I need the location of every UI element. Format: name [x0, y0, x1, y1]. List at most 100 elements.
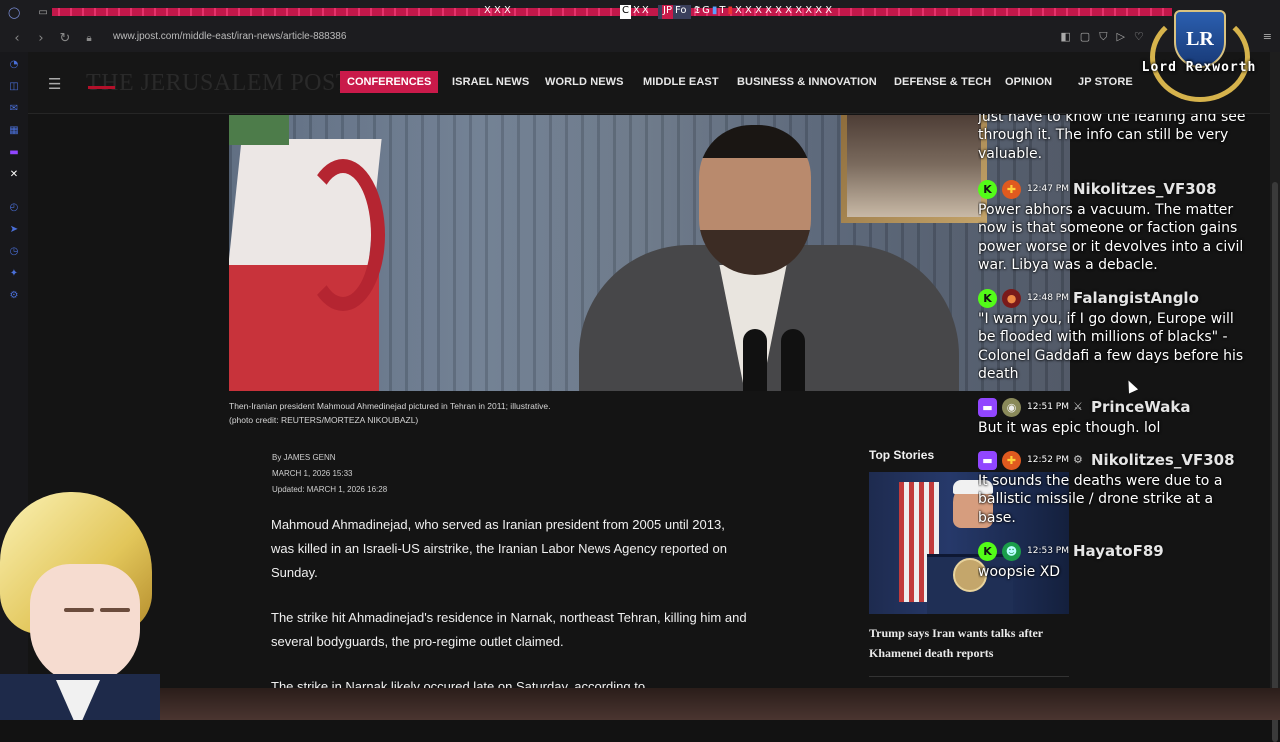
article-paragraph: Mahmoud Ahmadinejad, who served as Irani…	[271, 517, 727, 580]
page-scrollbar[interactable]	[1270, 52, 1280, 742]
menu-icon[interactable]: ≡	[1263, 30, 1272, 44]
address-bar-row: ‹ › ↻ 🔒︎ www.jpost.com/middle-east/iran-…	[0, 24, 1280, 52]
article-body: Mahmoud Ahmadinejad, who served as Irani…	[271, 513, 751, 710]
sidebar-x-icon[interactable]: ✕	[8, 169, 20, 181]
chat-message: ▬ ◉ 12:51 PM ⚔ PrinceWaka But it was epi…	[978, 396, 1248, 437]
sidebar-bag-icon[interactable]: ◫	[8, 81, 20, 93]
sidebar-mail-icon[interactable]: ✉	[8, 103, 20, 115]
cross-badge-icon: ✚	[1002, 179, 1021, 199]
sidebar-clock-icon[interactable]: ◴	[8, 202, 20, 214]
article-byline: By JAMES GENN MARCH 1, 2026 15:33 Update…	[272, 450, 387, 498]
scrollbar-thumb[interactable]	[1272, 182, 1278, 742]
chat-text: just have to know the leaning and see th…	[978, 114, 1246, 162]
sidebar-timer-icon[interactable]: ◷	[8, 246, 20, 258]
active-tab-title: Fo	[674, 5, 687, 16]
tab-red-icon[interactable]: ▮	[728, 5, 734, 19]
image-caption: Then-Iranian president Mahmoud Ahmedinej…	[229, 399, 550, 427]
chat-text: woopsie XD	[978, 564, 1061, 580]
forward-icon[interactable]: ›	[34, 31, 48, 46]
sword-badge-icon: ⚔	[1073, 400, 1083, 413]
medal-badge-icon: ◉	[1002, 397, 1021, 417]
cross-badge-icon: ✚	[1002, 450, 1021, 470]
divider	[869, 676, 1069, 677]
watermark-name: Lord Rexworth	[1141, 60, 1257, 75]
nav-conferences[interactable]: CONFERENCES	[340, 71, 439, 93]
jp-favicon: JP	[662, 5, 673, 19]
back-icon[interactable]: ‹	[10, 31, 24, 46]
bookmark-icon[interactable]: ◧	[1060, 30, 1070, 44]
twitch-icon: ▬	[978, 397, 997, 417]
tab-group-mixed[interactable]: C X X	[620, 5, 649, 19]
author[interactable]: By JAMES GENN	[272, 450, 387, 466]
sidebar-settings-icon[interactable]: ⚙	[8, 290, 20, 302]
sidebar-history-icon[interactable]: ◔	[8, 59, 20, 71]
nav-defense-tech[interactable]: DEFENSE & TECH	[894, 76, 991, 88]
sidebar-calendar-icon[interactable]: ▦	[8, 125, 20, 137]
chat-time: 12:51 PM	[1027, 402, 1069, 412]
chat-message: K ● 12:48 PM FalangistAnglo "I warn you,…	[978, 287, 1248, 384]
nav-business-innovation[interactable]: BUSINESS & INNOVATION	[737, 76, 877, 88]
browser-tab-bar: ◯ ▭ X X X C X X JP Fo 𝕿 G ▮ T ▮ X X X X …	[0, 0, 1280, 24]
emote-badge-icon: ☻	[1002, 541, 1021, 561]
chat-username: PrinceWaka	[1091, 398, 1191, 416]
tab-x-label[interactable]: X X X	[484, 5, 511, 19]
chat-message: K ☻ 12:53 PM HayatoF89 woopsie XD	[978, 540, 1248, 581]
site-header: ☰ THE JERUSALEM POST CONFERENCES ISRAEL …	[28, 52, 1270, 114]
chat-username: Nikolitzes_VF308	[1073, 180, 1217, 198]
top-stories-heading: Top Stories	[869, 448, 935, 462]
chat-text: But it was epic though. lol	[978, 420, 1161, 436]
chat-message-partial: just have to know the leaning and see th…	[978, 114, 1248, 163]
top-story-title[interactable]: Trump says Iran wants talks after Khamen…	[869, 623, 1079, 663]
nav-israel-news[interactable]: ISRAEL NEWS	[452, 76, 529, 88]
sidebar-twitch-icon[interactable]: ▬	[8, 147, 20, 159]
lock-icon: 🔒︎	[86, 32, 92, 44]
window-menu-icon[interactable]: ◯	[8, 6, 20, 19]
caption-text: Then-Iranian president Mahmoud Ahmedinej…	[229, 401, 551, 411]
sidebar-puzzle-icon[interactable]: ✦	[8, 268, 20, 280]
article-hero-image	[229, 115, 1070, 391]
chat-username: Nikolitzes_VF308	[1091, 451, 1235, 469]
tabs-icon[interactable]: ▢	[1080, 30, 1090, 44]
chat-message: K ✚ 12:47 PM Nikolitzes_VF308 Power abho…	[978, 178, 1248, 275]
chat-time: 12:47 PM	[1027, 184, 1069, 194]
photo-credit: (photo credit: REUTERS/MORTEZA NIKOUBAZL…	[229, 415, 419, 425]
tab-x-icon-2[interactable]: X	[642, 5, 649, 19]
tab-group-news[interactable]: 𝕿 G ▮ T ▮ X X X X X X X X X X	[694, 5, 832, 19]
tab-group-x[interactable]: X X X	[484, 5, 511, 19]
kick-icon: K	[978, 179, 997, 199]
url-field[interactable]: www.jpost.com/middle-east/iran-news/arti…	[113, 31, 346, 42]
flag-emblem	[301, 159, 385, 311]
chat-message: ▬ ✚ 12:52 PM ⚙ Nikolitzes_VF308 It sound…	[978, 449, 1248, 527]
active-tab[interactable]: JP Fo	[658, 5, 691, 19]
tab-t-icon[interactable]: T	[719, 5, 725, 19]
hamburger-menu-icon[interactable]: ☰	[48, 75, 61, 93]
tab-flag-icon[interactable]: ▮	[712, 5, 718, 19]
nav-middle-east[interactable]: MIDDLE EAST	[643, 76, 719, 88]
kick-icon: K	[978, 288, 997, 308]
nav-world-news[interactable]: WORLD NEWS	[545, 76, 624, 88]
tab-overview-icon[interactable]: ▭	[38, 7, 47, 18]
pinned-tabs-strip[interactable]	[52, 8, 1172, 16]
tab-nyt-icon[interactable]: 𝕿	[694, 5, 700, 19]
avatar-badge-icon: ●	[1002, 288, 1021, 308]
tab-c-icon[interactable]: C	[620, 5, 631, 19]
shield-icon[interactable]: ⛉	[1099, 30, 1107, 44]
reload-icon[interactable]: ↻	[58, 31, 72, 46]
chat-time: 12:52 PM	[1027, 455, 1069, 465]
nav-jp-store[interactable]: JP STORE	[1078, 76, 1133, 88]
background-floor	[0, 688, 1280, 720]
chat-time: 12:48 PM	[1027, 293, 1069, 303]
tab-x-icon[interactable]: X	[633, 5, 640, 19]
tab-x-group-b[interactable]: X X X X X X X X X X	[735, 5, 832, 19]
sidebar-send-icon[interactable]: ➤	[8, 224, 20, 236]
chat-username: FalangistAnglo	[1073, 289, 1199, 307]
nav-opinion[interactable]: OPINION	[1005, 76, 1052, 88]
site-logo[interactable]: THE JERUSALEM POST	[86, 70, 351, 97]
stream-chat-overlay: just have to know the leaning and see th…	[978, 114, 1248, 594]
tab-g-icon[interactable]: G	[702, 5, 710, 19]
publish-date: MARCH 1, 2026 15:33	[272, 469, 353, 478]
kick-icon: K	[978, 541, 997, 561]
article-paragraph: The strike in Narnak likely occured late…	[271, 679, 646, 689]
twitch-icon: ▬	[978, 450, 997, 470]
play-icon[interactable]: ▷	[1116, 30, 1124, 44]
